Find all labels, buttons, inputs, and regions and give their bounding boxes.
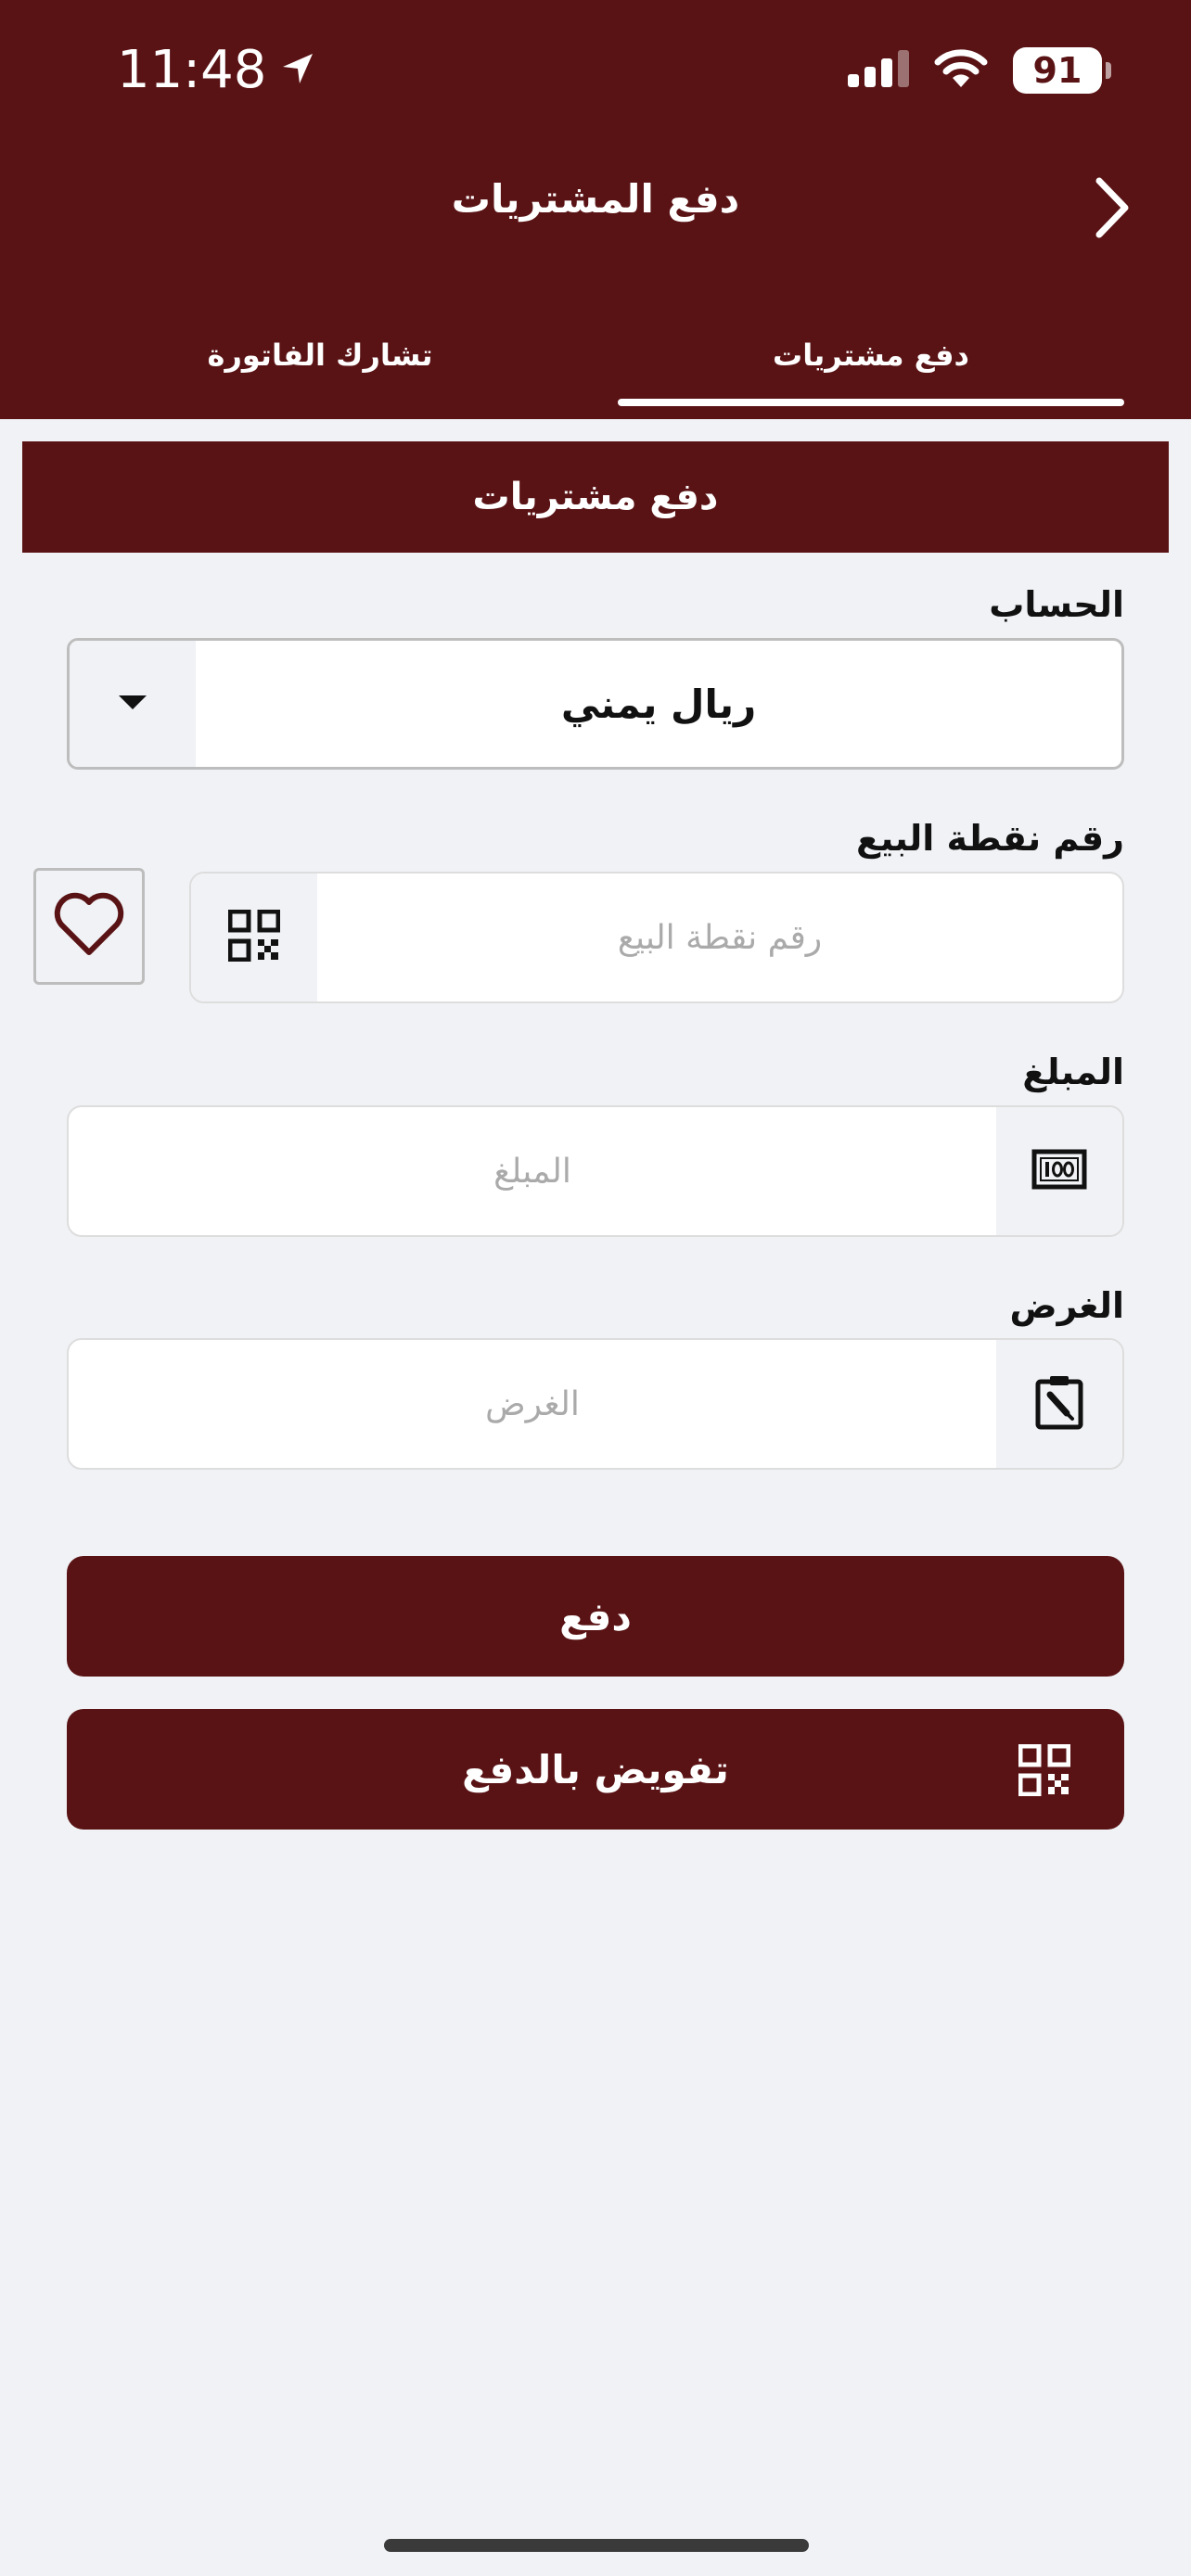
signal-icon [846, 50, 909, 91]
amount-field[interactable]: المبلغ [67, 1105, 1124, 1237]
amount-label: المبلغ [1022, 1052, 1124, 1092]
pos-number-field[interactable]: رقم نقطة البيع [189, 872, 1124, 1003]
wifi-icon [933, 48, 989, 93]
heart-icon [52, 891, 126, 962]
status-icons: 91 [846, 43, 1111, 98]
money-icon [1031, 1149, 1087, 1193]
qr-code-icon [227, 909, 281, 965]
clipboard-edit-icon [1035, 1374, 1083, 1434]
status-time: 11:48 [117, 37, 316, 102]
tab-share-invoice[interactable]: تشارك الفاتورة [67, 325, 573, 386]
section-title: دفع مشتريات [22, 441, 1169, 553]
pos-number-input[interactable]: رقم نقطة البيع [317, 919, 1122, 957]
authorize-payment-button[interactable]: تفويض بالدفع [67, 1709, 1124, 1830]
qr-code-icon [1018, 1743, 1071, 1805]
dropdown-toggle[interactable] [70, 641, 196, 767]
tab-pay-purchases[interactable]: دفع مشتريات [618, 325, 1124, 386]
purpose-input[interactable]: الغرض [69, 1385, 996, 1423]
scan-qr-button[interactable] [191, 874, 317, 1001]
app-header: 11:48 91 دفع المشتريات دفع مشتريات تشارك… [0, 0, 1191, 419]
amount-input[interactable]: المبلغ [69, 1153, 996, 1191]
location-arrow-icon [279, 40, 316, 100]
pay-button[interactable]: دفع [67, 1556, 1124, 1677]
home-indicator[interactable] [384, 2539, 809, 2552]
purpose-icon-box [996, 1340, 1122, 1468]
account-value: ريال يمني [560, 681, 757, 727]
purpose-label: الغرض [1009, 1285, 1125, 1326]
page-title: دفع المشتريات [451, 176, 740, 222]
purpose-field[interactable]: الغرض [67, 1338, 1124, 1470]
status-time-text: 11:48 [117, 39, 267, 100]
battery-indicator: 91 [1013, 47, 1111, 94]
chevron-right-icon [1092, 175, 1133, 244]
tab-active-indicator [618, 399, 1124, 406]
favorite-button[interactable] [33, 868, 145, 985]
amount-icon-box [996, 1107, 1122, 1235]
back-button[interactable] [1080, 172, 1145, 247]
dropdown-caret-icon [117, 693, 148, 715]
account-label: الحساب [989, 584, 1124, 625]
account-select[interactable]: ريال يمني [67, 638, 1124, 770]
authorize-payment-label: تفويض بالدفع [462, 1746, 729, 1792]
pos-number-label: رقم نقطة البيع [856, 818, 1124, 859]
